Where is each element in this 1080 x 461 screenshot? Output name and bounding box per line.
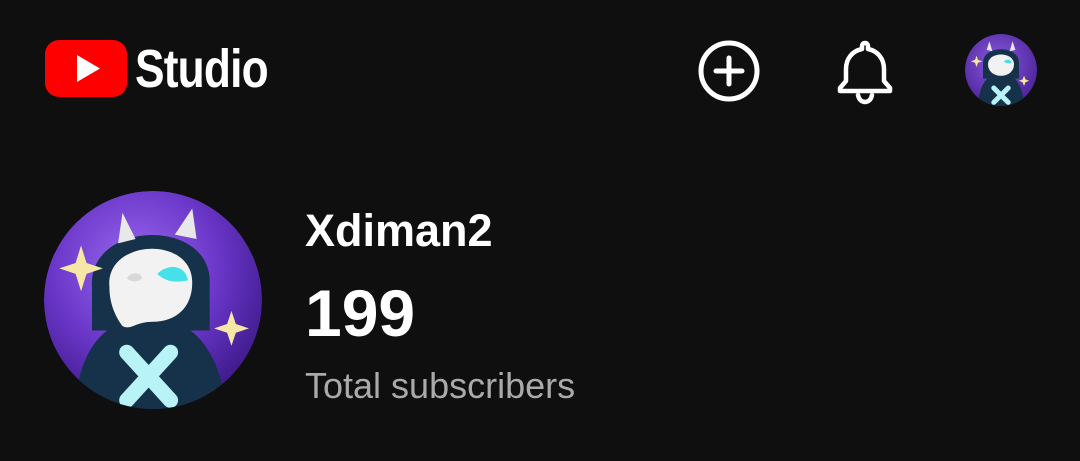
youtube-logo-icon bbox=[45, 40, 127, 97]
account-avatar-icon[interactable] bbox=[965, 34, 1037, 106]
top-app-bar: Studio bbox=[0, 0, 1080, 140]
subscriber-label: Total subscribers bbox=[305, 365, 576, 406]
bell-icon[interactable] bbox=[830, 36, 900, 106]
channel-summary: Xdiman2 199 Total subscribers bbox=[0, 180, 1080, 420]
app-title: Studio bbox=[135, 38, 269, 99]
subscriber-count: 199 bbox=[305, 276, 416, 350]
channel-name: Xdiman2 bbox=[305, 205, 493, 256]
channel-avatar-icon[interactable] bbox=[44, 191, 262, 409]
create-plus-icon[interactable] bbox=[696, 38, 762, 104]
studio-logo[interactable]: Studio bbox=[45, 40, 297, 97]
